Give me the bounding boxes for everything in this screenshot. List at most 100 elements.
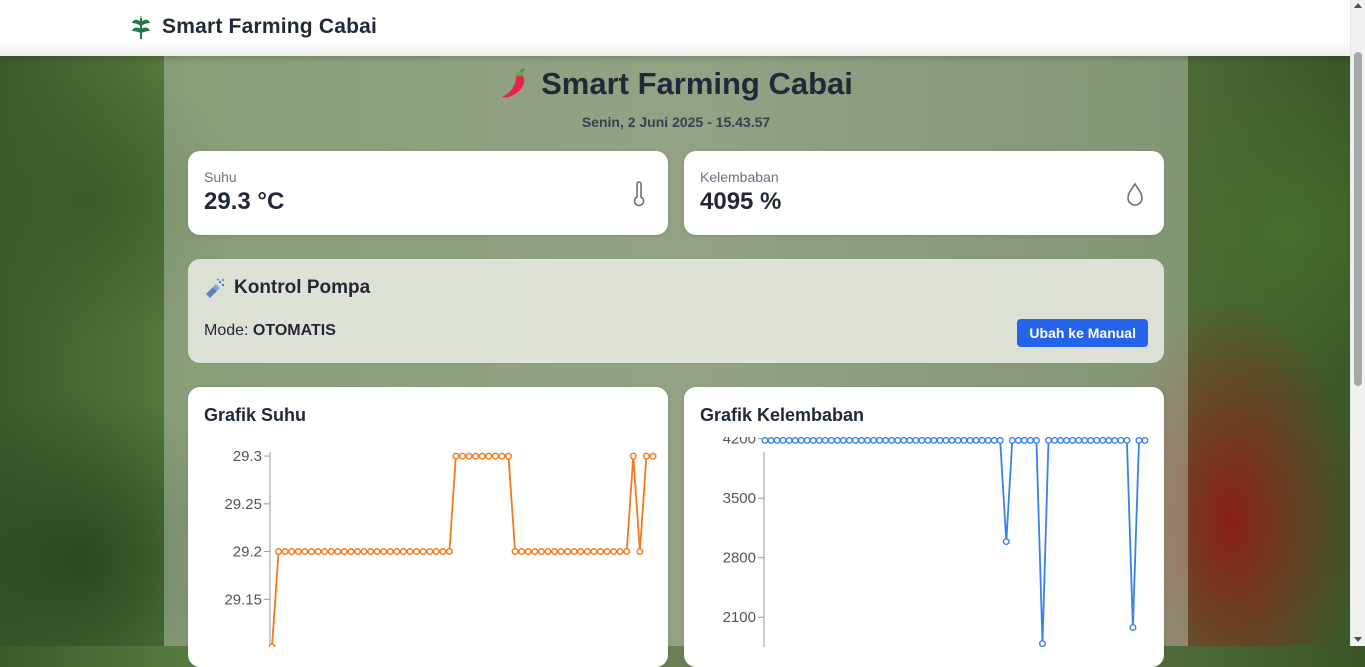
- humidity-data-point[interactable]: [1014, 437, 1022, 444]
- navbar-brand[interactable]: Smart Farming Cabai: [130, 14, 377, 40]
- humidity-data-point[interactable]: [912, 437, 920, 444]
- temp-data-point[interactable]: [465, 452, 473, 460]
- temp-data-point[interactable]: [590, 548, 598, 556]
- humidity-data-point[interactable]: [1087, 437, 1095, 444]
- temp-data-point[interactable]: [419, 548, 427, 556]
- scroll-up-arrow-icon[interactable]: [1354, 3, 1362, 8]
- temp-data-point[interactable]: [452, 452, 460, 460]
- temp-data-point[interactable]: [360, 548, 368, 556]
- temp-data-point[interactable]: [347, 548, 355, 556]
- temp-data-point[interactable]: [380, 548, 388, 556]
- humidity-data-point[interactable]: [894, 437, 902, 444]
- humidity-data-point[interactable]: [845, 437, 853, 444]
- humidity-data-point[interactable]: [839, 437, 847, 444]
- humidity-data-point[interactable]: [809, 437, 817, 444]
- humidity-data-point[interactable]: [930, 437, 938, 444]
- temp-data-point[interactable]: [623, 548, 631, 556]
- temp-data-point[interactable]: [636, 548, 644, 556]
- temp-data-point[interactable]: [281, 548, 289, 556]
- temp-data-point[interactable]: [459, 452, 467, 460]
- toggle-mode-button[interactable]: Ubah ke Manual: [1017, 319, 1148, 347]
- temp-data-point[interactable]: [518, 548, 526, 556]
- temp-data-point[interactable]: [498, 452, 506, 460]
- humidity-data-point[interactable]: [972, 437, 980, 444]
- humidity-data-point[interactable]: [882, 437, 890, 444]
- scroll-down-arrow-icon[interactable]: [1354, 637, 1362, 642]
- humidity-data-point[interactable]: [960, 437, 968, 444]
- humidity-data-point[interactable]: [1129, 623, 1137, 631]
- humidity-data-point[interactable]: [924, 437, 932, 444]
- temp-data-point[interactable]: [511, 548, 519, 556]
- temp-data-point[interactable]: [583, 548, 591, 556]
- humidity-data-point[interactable]: [864, 437, 872, 444]
- humidity-data-point[interactable]: [785, 437, 793, 444]
- humidity-data-point[interactable]: [773, 437, 781, 444]
- temp-data-point[interactable]: [610, 548, 618, 556]
- humidity-data-point[interactable]: [1081, 437, 1089, 444]
- temp-data-point[interactable]: [564, 548, 572, 556]
- page-scrollbar[interactable]: [1350, 0, 1365, 646]
- temp-data-point[interactable]: [353, 548, 361, 556]
- humidity-data-point[interactable]: [1020, 437, 1028, 444]
- humidity-data-point[interactable]: [966, 437, 974, 444]
- temp-data-point[interactable]: [393, 548, 401, 556]
- temp-data-point[interactable]: [491, 452, 499, 460]
- temp-data-point[interactable]: [406, 548, 414, 556]
- humidity-data-point[interactable]: [1105, 437, 1113, 444]
- humidity-data-point[interactable]: [761, 437, 769, 444]
- humidity-data-point[interactable]: [900, 437, 908, 444]
- humidity-data-point[interactable]: [833, 437, 841, 444]
- temp-data-point[interactable]: [334, 548, 342, 556]
- temp-data-point[interactable]: [386, 548, 394, 556]
- temp-data-point[interactable]: [596, 548, 604, 556]
- temp-data-point[interactable]: [327, 548, 335, 556]
- temp-data-point[interactable]: [504, 452, 512, 460]
- humidity-data-point[interactable]: [1044, 437, 1052, 444]
- temp-data-point[interactable]: [557, 548, 565, 556]
- humidity-data-point[interactable]: [1026, 437, 1034, 444]
- humidity-data-point[interactable]: [942, 437, 950, 444]
- humidity-data-point[interactable]: [1002, 538, 1010, 546]
- temp-data-point[interactable]: [439, 548, 447, 556]
- temp-data-point[interactable]: [524, 548, 532, 556]
- temp-data-point[interactable]: [275, 548, 283, 556]
- temp-data-point[interactable]: [321, 548, 329, 556]
- humidity-data-point[interactable]: [1032, 437, 1040, 444]
- humidity-data-point[interactable]: [876, 437, 884, 444]
- scrollbar-thumb[interactable]: [1354, 52, 1362, 386]
- humidity-data-point[interactable]: [1069, 437, 1077, 444]
- humidity-data-point[interactable]: [870, 437, 878, 444]
- temp-data-point[interactable]: [570, 548, 578, 556]
- humidity-data-point[interactable]: [1051, 437, 1059, 444]
- humidity-data-point[interactable]: [779, 437, 787, 444]
- temp-data-point[interactable]: [307, 548, 315, 556]
- temp-data-point[interactable]: [649, 452, 657, 460]
- humidity-data-point[interactable]: [996, 437, 1004, 444]
- humidity-data-point[interactable]: [1141, 437, 1149, 444]
- temp-data-point[interactable]: [340, 548, 348, 556]
- temp-data-point[interactable]: [616, 548, 624, 556]
- humidity-data-point[interactable]: [1099, 437, 1107, 444]
- temp-data-point[interactable]: [432, 548, 440, 556]
- humidity-data-point[interactable]: [1123, 437, 1131, 444]
- humidity-data-point[interactable]: [791, 437, 799, 444]
- humidity-data-point[interactable]: [827, 437, 835, 444]
- temp-data-point[interactable]: [399, 548, 407, 556]
- temp-data-point[interactable]: [367, 548, 375, 556]
- humidity-data-point[interactable]: [1111, 437, 1119, 444]
- humidity-data-point[interactable]: [1075, 437, 1083, 444]
- humidity-data-point[interactable]: [821, 437, 829, 444]
- temp-data-point[interactable]: [537, 548, 545, 556]
- humidity-data-point[interactable]: [918, 437, 926, 444]
- humidity-data-point[interactable]: [815, 437, 823, 444]
- temp-data-point[interactable]: [288, 548, 296, 556]
- humidity-data-point[interactable]: [1093, 437, 1101, 444]
- temp-data-point[interactable]: [478, 452, 486, 460]
- temp-data-point[interactable]: [642, 452, 650, 460]
- humidity-data-point[interactable]: [1057, 437, 1065, 444]
- humidity-data-point[interactable]: [1135, 437, 1143, 444]
- temp-data-point[interactable]: [472, 452, 480, 460]
- humidity-data-point[interactable]: [858, 437, 866, 444]
- temp-data-point[interactable]: [531, 548, 539, 556]
- temp-data-point[interactable]: [294, 548, 302, 556]
